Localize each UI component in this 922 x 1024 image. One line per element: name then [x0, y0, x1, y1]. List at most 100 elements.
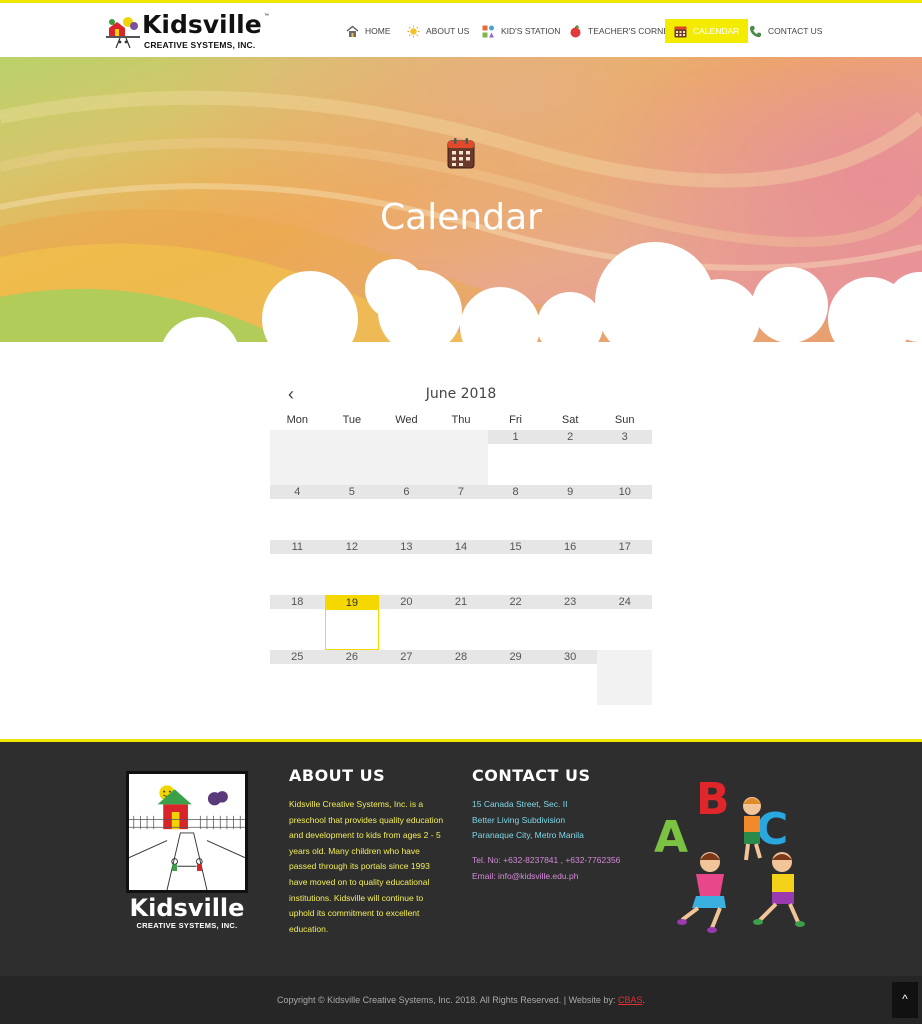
calendar-day[interactable]: 8	[488, 485, 543, 540]
toys-icon	[482, 25, 494, 37]
svg-text:C: C	[756, 804, 788, 855]
day-number: 12	[324, 540, 380, 554]
day-number: 29	[488, 650, 543, 664]
calendar-day[interactable]: 1	[488, 430, 543, 485]
footer-email[interactable]: Email: info@kidsville.edu.ph	[472, 868, 642, 884]
copyright-text: Copyright © Kidsville Creative Systems, …	[0, 995, 922, 1005]
weekday-label: Sun	[614, 414, 635, 426]
empty-day-cell	[597, 650, 652, 705]
svg-text:B: B	[696, 774, 730, 825]
calendar-day[interactable]: 26	[324, 650, 380, 705]
empty-day-cell	[379, 430, 434, 485]
copyright-prefix: Copyright © Kidsville Creative Systems, …	[277, 995, 618, 1005]
weekday-label: Tue	[342, 414, 362, 426]
calendar-day[interactable]: 21	[433, 595, 489, 650]
day-number: 8	[488, 485, 543, 499]
weekday-label: Fri	[509, 414, 522, 426]
footer-logo-wordmark: Kidsville	[129, 894, 245, 922]
calendar-day[interactable]: 9	[542, 485, 598, 540]
abc-kids-illustration: A B C	[654, 774, 805, 933]
logo-subtitle: CREATIVE SYSTEMS, INC.	[144, 40, 256, 50]
calendar-day[interactable]: 2	[542, 430, 598, 485]
weekday-label: Mon	[286, 414, 308, 426]
day-number: 22	[488, 595, 543, 609]
menu-item-label: ABOUT US	[426, 26, 470, 36]
calendar-day[interactable]: 10	[597, 485, 652, 540]
calendar-day[interactable]: 3	[597, 430, 652, 485]
day-number: 11	[270, 540, 325, 554]
day-number: 1	[488, 430, 543, 444]
day-number: 7	[433, 485, 489, 499]
calendar-day[interactable]: 12	[324, 540, 380, 595]
calendar-day-today[interactable]: 19	[324, 595, 380, 650]
page-hero-banner: Calendar	[0, 57, 922, 417]
day-number: 9	[542, 485, 598, 499]
day-number: 4	[270, 485, 325, 499]
day-number: 27	[379, 650, 434, 664]
menu-item-teachers-corner[interactable]: TEACHER'S CORNER	[569, 19, 675, 43]
day-number: 17	[597, 540, 652, 554]
day-number: 18	[270, 595, 325, 609]
calendar-day[interactable]: 24	[597, 595, 652, 650]
menu-item-about-us[interactable]: ABOUT US	[407, 19, 469, 43]
calendar-day[interactable]: 28	[433, 650, 489, 705]
logo-trademark: ™	[264, 13, 269, 19]
calendar-day[interactable]: 18	[270, 595, 325, 650]
house-icon	[346, 25, 359, 37]
calendar-day[interactable]: 11	[270, 540, 325, 595]
day-number: 20	[379, 595, 434, 609]
calendar-day[interactable]: 7	[433, 485, 489, 540]
menu-item-label: CALENDAR	[693, 26, 740, 36]
menu-item-kids-station[interactable]: KID'S STATION	[482, 19, 560, 43]
day-number: 16	[542, 540, 598, 554]
phone-icon	[749, 25, 761, 37]
empty-day-cell	[324, 430, 380, 485]
calendar-day[interactable]: 16	[542, 540, 598, 595]
calendar-day[interactable]: 15	[488, 540, 543, 595]
day-number: 6	[379, 485, 434, 499]
copyright-bar: Copyright © Kidsville Creative Systems, …	[0, 976, 922, 1024]
day-number: 13	[379, 540, 434, 554]
calendar-day[interactable]: 6	[379, 485, 434, 540]
footer-logo-subtitle: CREATIVE SYSTEMS, INC.	[136, 921, 238, 930]
calendar-day[interactable]: 30	[542, 650, 598, 705]
weekday-label: Thu	[451, 414, 471, 426]
calendar-day[interactable]: 22	[488, 595, 543, 650]
address-line: 15 Canada Street, Sec. II	[472, 799, 568, 809]
menu-item-calendar[interactable]: CALENDAR	[665, 19, 749, 43]
back-to-top-button[interactable]: ^	[892, 982, 918, 1018]
footer-telephone[interactable]: Tel. No: +632-8237841 , +632-7762356	[472, 852, 642, 868]
day-number: 19	[325, 596, 379, 610]
day-number: 23	[542, 595, 598, 609]
calendar-day[interactable]: 5	[324, 485, 380, 540]
calendar-day[interactable]: 17	[597, 540, 652, 595]
footer-about-heading: ABOUT US	[289, 766, 386, 785]
calendar-day[interactable]: 4	[270, 485, 325, 540]
calendar-day[interactable]: 20	[379, 595, 434, 650]
day-number: 28	[433, 650, 489, 664]
calendar-day[interactable]: 23	[542, 595, 598, 650]
menu-item-home[interactable]: HOME	[346, 19, 391, 43]
footer-address: 15 Canada Street, Sec. II Better Living …	[472, 797, 642, 844]
day-number: 15	[488, 540, 543, 554]
menu-item-label: KID'S STATION	[501, 26, 561, 36]
day-number: 30	[542, 650, 598, 664]
calendar-day[interactable]: 27	[379, 650, 434, 705]
calendar-day[interactable]: 13	[379, 540, 434, 595]
footer-contact-details: Tel. No: +632-8237841 , +632-7762356 Ema…	[472, 852, 642, 884]
copyright-suffix: .	[642, 995, 645, 1005]
calendar-day[interactable]: 14	[433, 540, 489, 595]
cloud-border	[0, 242, 922, 417]
calendar-day[interactable]: 29	[488, 650, 543, 705]
menu-item-label: HOME	[365, 26, 391, 36]
calendar-day[interactable]: 25	[270, 650, 325, 705]
site-footer: Kidsville CREATIVE SYSTEMS, INC. ABOUT U…	[0, 742, 922, 976]
weekday-label: Sat	[561, 414, 579, 426]
website-credit-link[interactable]: CBAS	[618, 995, 643, 1005]
site-logo[interactable]: Kidsville ™ CREATIVE SYSTEMS, INC.	[106, 10, 272, 53]
menu-item-contact-us[interactable]: CONTACT US	[749, 19, 822, 43]
footer-about-text: Kidsville Creative Systems, Inc. is a pr…	[289, 799, 444, 934]
svg-text:A: A	[654, 812, 688, 863]
empty-day-cell	[433, 430, 489, 485]
day-number: 25	[270, 650, 325, 664]
